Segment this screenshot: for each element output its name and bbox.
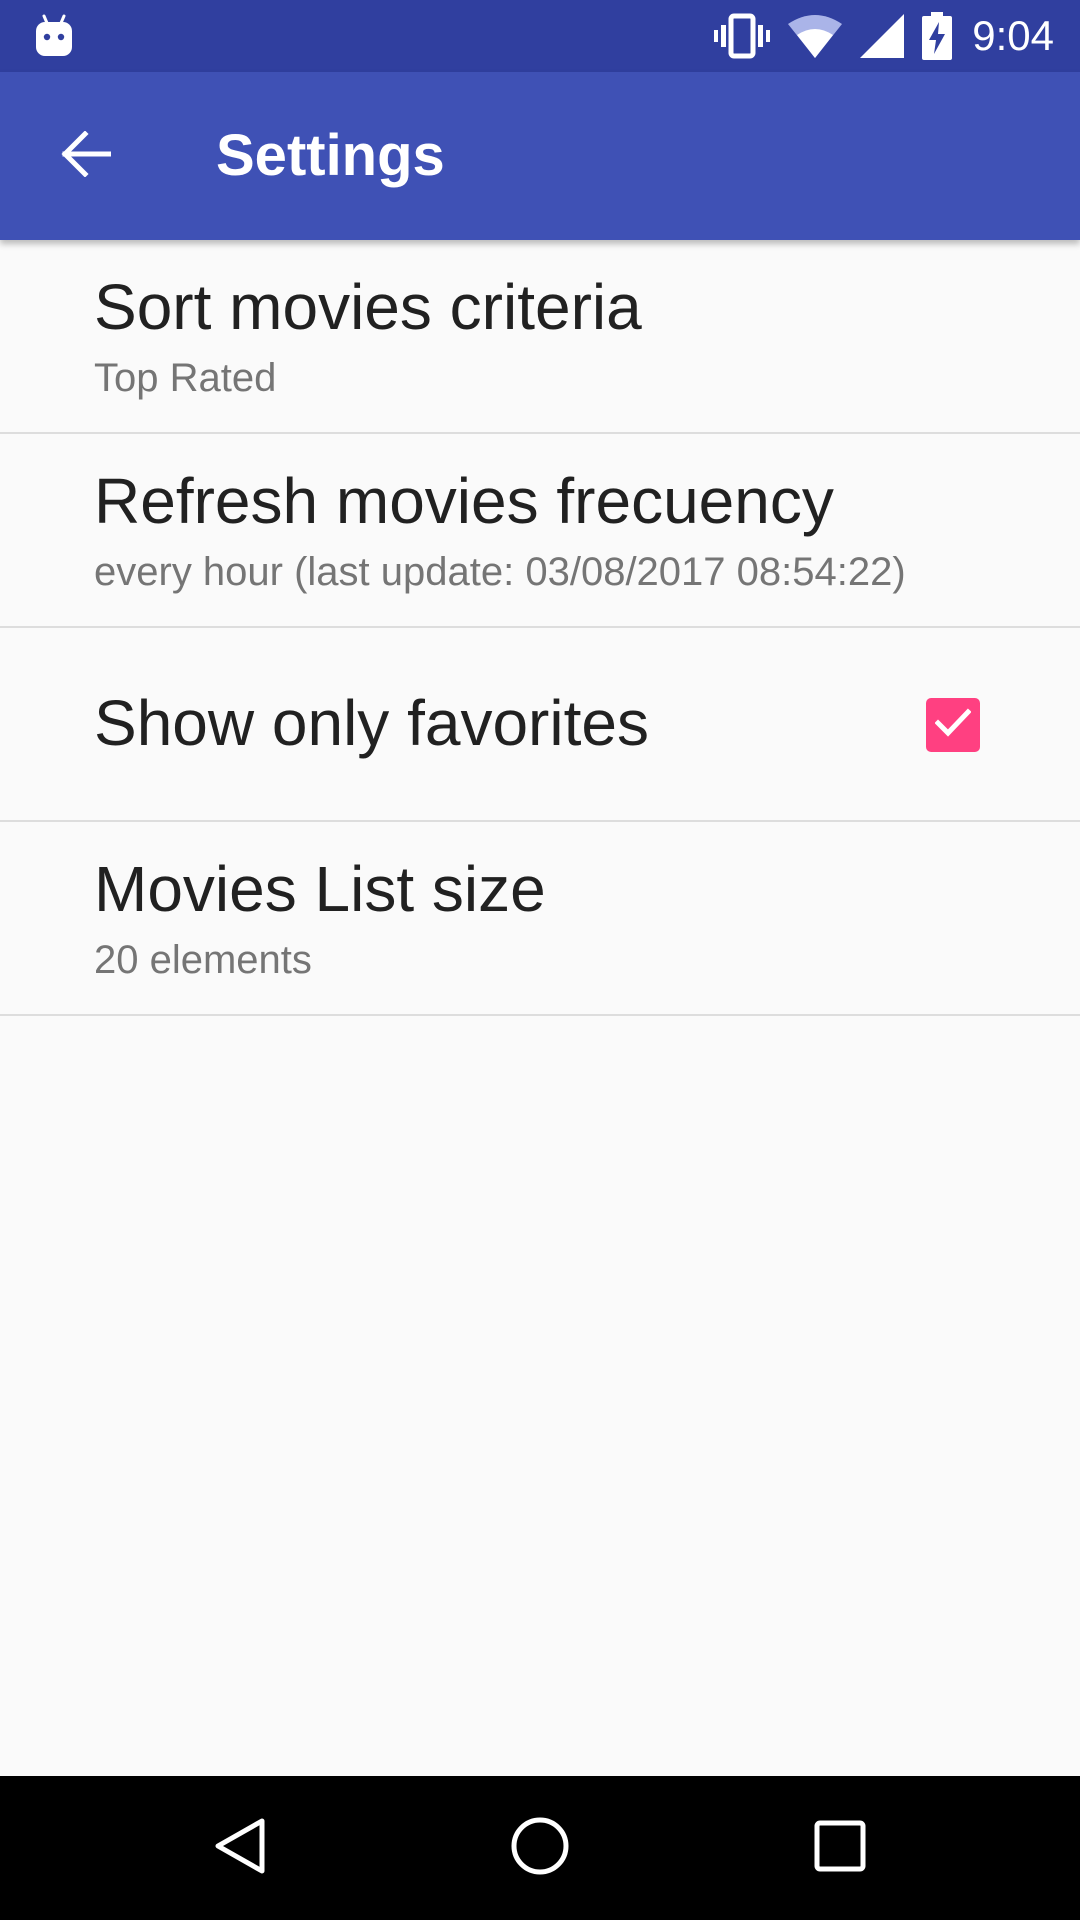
arrow-back-icon: [61, 129, 112, 182]
nav-home-button[interactable]: [490, 1798, 590, 1898]
status-bar: 9:04: [0, 0, 1080, 72]
page-title: Settings: [216, 123, 445, 188]
battery-charging-icon: [922, 12, 953, 60]
vibrate-icon: [714, 13, 771, 59]
pref-refresh-frequency[interactable]: Refresh movies frecuency every hour (las…: [0, 434, 1080, 628]
home-circle-icon: [510, 1816, 570, 1881]
nav-recents-button[interactable]: [790, 1798, 890, 1898]
nav-back-button[interactable]: [190, 1798, 290, 1898]
wifi-icon: [788, 14, 843, 58]
pref-movies-list-size[interactable]: Movies List size 20 elements: [0, 822, 1080, 1016]
pref-sort-movies-criteria[interactable]: Sort movies criteria Top Rated: [0, 240, 1080, 434]
back-button[interactable]: [44, 114, 128, 198]
status-icons: 9:04: [696, 0, 1054, 72]
pref-summary: 20 elements: [94, 938, 312, 982]
pref-title: Show only favorites: [94, 687, 649, 759]
checkmark-icon: [934, 707, 972, 743]
preferences-list: Sort movies criteria Top Rated Refresh m…: [0, 240, 1080, 1016]
pref-summary: every hour (last update: 03/08/2017 08:5…: [94, 550, 906, 594]
status-clock: 9:04: [972, 12, 1054, 59]
back-triangle-icon: [212, 1816, 268, 1881]
settings-screen: 9:04 Settings Sort movies criteria Top R…: [0, 0, 1080, 1920]
pref-title: Refresh movies frecuency: [94, 465, 834, 537]
pref-summary: Top Rated: [94, 356, 277, 400]
cell-signal-icon: [860, 14, 905, 58]
pref-title: Sort movies criteria: [94, 271, 642, 343]
pref-show-only-favorites[interactable]: Show only favorites: [0, 628, 1080, 822]
favorites-checkbox[interactable]: [926, 698, 980, 752]
navigation-bar: [0, 1776, 1080, 1920]
app-bar: Settings: [0, 72, 1080, 240]
pref-title: Movies List size: [94, 853, 546, 925]
android-icon: [34, 14, 74, 58]
recents-square-icon: [814, 1820, 866, 1877]
